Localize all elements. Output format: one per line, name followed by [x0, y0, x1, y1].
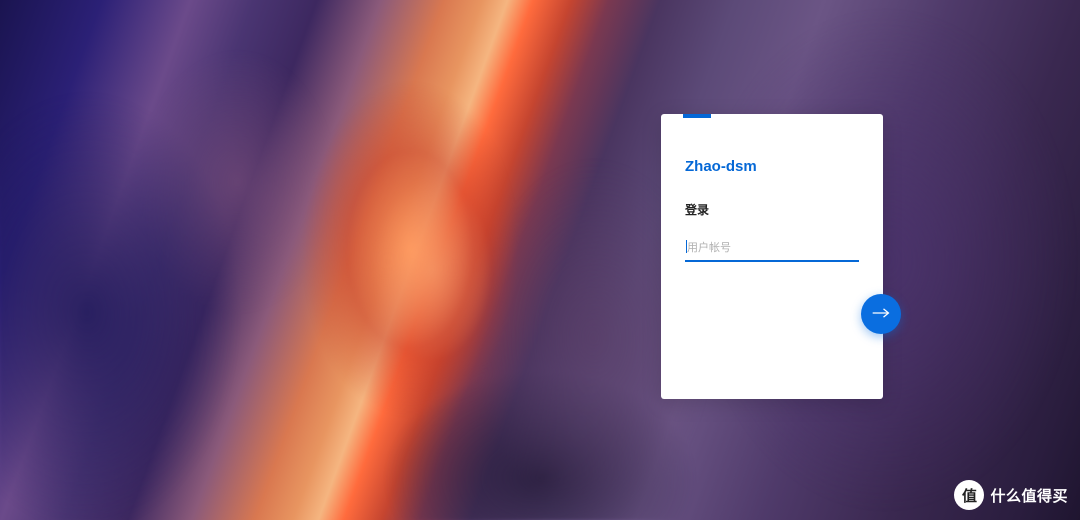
submit-button[interactable]	[861, 294, 901, 334]
watermark-text: 什么值得买	[990, 485, 1068, 506]
text-caret	[686, 240, 687, 253]
card-accent-bar	[683, 114, 711, 118]
username-input[interactable]	[685, 238, 859, 262]
background-canyon	[0, 0, 1080, 520]
arrow-right-icon	[871, 306, 891, 323]
username-field-wrap	[685, 238, 859, 262]
watermark-badge-icon: 值	[954, 480, 984, 510]
login-title: 登录	[685, 201, 859, 218]
server-name: Zhao-dsm	[685, 158, 859, 175]
login-card: Zhao-dsm 登录	[661, 114, 883, 399]
watermark: 值 什么值得买	[954, 480, 1068, 510]
